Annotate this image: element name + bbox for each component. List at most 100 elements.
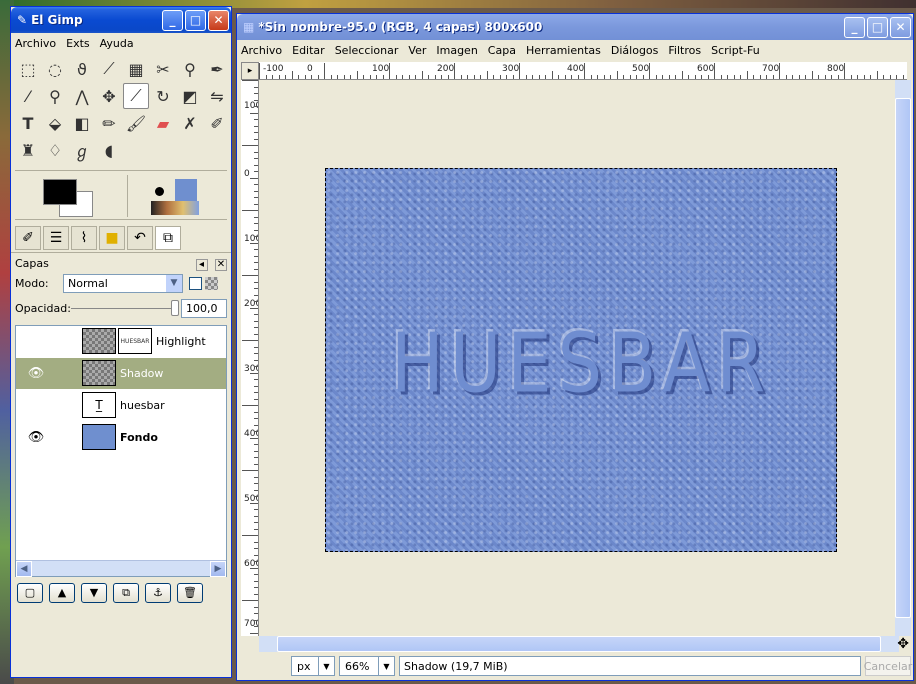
ruler-tick [250, 177, 258, 179]
colors-tab-icon[interactable]: ■ [99, 226, 125, 250]
opacity-slider-handle[interactable] [171, 299, 179, 316]
color-picker-icon[interactable]: ⁄ [15, 83, 41, 109]
duplicate-layer-button[interactable]: ⧉ [113, 582, 139, 603]
scroll-right-icon[interactable]: ▶ [210, 560, 226, 577]
brush-icon[interactable] [155, 187, 164, 196]
rect-select-icon[interactable]: ⬚ [15, 56, 41, 82]
menu-archivo[interactable]: Archivo [241, 44, 282, 57]
heal-icon[interactable]: ♢ [42, 137, 68, 163]
mode-select[interactable]: Normal ▼ [63, 273, 183, 293]
anchor-layer-button[interactable]: ⚓ [145, 582, 171, 603]
maximize-button[interactable]: □ [185, 9, 206, 31]
layer-row-huesbar[interactable]: T̲ huesbar [16, 390, 226, 422]
fuzzy-select-icon[interactable]: ⟋ [96, 56, 122, 82]
menu-filtros[interactable]: Filtros [668, 44, 701, 57]
menu-herramientas[interactable]: Herramientas [526, 44, 601, 57]
ruler-tick [844, 63, 845, 79]
free-select-icon[interactable]: ϑ [69, 56, 95, 82]
crop-icon[interactable]: ⟋ [123, 83, 149, 109]
foreground-color-swatch[interactable] [43, 179, 77, 205]
unit-select[interactable]: px ▼ [291, 656, 335, 676]
flip-icon[interactable]: ⇋ [204, 83, 230, 109]
zoom-icon[interactable]: ⚲ [42, 83, 68, 109]
brush-pattern-gradient-preview [147, 177, 203, 215]
ruler-tick [584, 63, 585, 79]
paths-tab-icon[interactable]: ⌇ [71, 226, 97, 250]
horizontal-ruler[interactable]: -100 0 100 200 300 400 500 600 700 800 [259, 62, 907, 80]
ink-icon[interactable]: ✐ [204, 110, 230, 136]
delete-layer-button[interactable]: 🗑 [177, 582, 203, 603]
clone-icon[interactable]: ♜ [15, 137, 41, 163]
menu-ver[interactable]: Ver [408, 44, 426, 57]
opacity-slider[interactable] [71, 299, 179, 316]
vertical-ruler[interactable]: 100 0 100 200 300 400 500 600 700 [241, 80, 259, 636]
menu-ayuda[interactable]: Ayuda [100, 37, 134, 50]
smudge-icon[interactable]: ℊ [69, 137, 95, 163]
color-select-icon[interactable]: ▦ [123, 56, 149, 82]
menu-exts[interactable]: Exts [66, 37, 90, 50]
eye-icon[interactable]: 👁 [16, 366, 56, 381]
cancel-button[interactable]: Cancelar [864, 656, 912, 676]
quick-mask-toggle-icon[interactable]: ▸ [241, 62, 259, 80]
canvas-area[interactable]: HUESBAR [259, 80, 899, 636]
paths-icon[interactable]: ✒ [204, 56, 230, 82]
foreground-select-icon[interactable]: ⚲ [177, 56, 203, 82]
eraser-icon[interactable]: ▰ [150, 110, 176, 136]
menu-capa[interactable]: Capa [488, 44, 516, 57]
eye-icon[interactable]: 👁 [16, 430, 56, 445]
blend-icon[interactable]: ◧ [69, 110, 95, 136]
ellipse-select-icon[interactable]: ◌ [42, 56, 68, 82]
panel-close-icon[interactable]: ✕ [215, 258, 227, 271]
minimize-button[interactable]: _ [162, 9, 183, 31]
pencil-icon[interactable]: ✏ [96, 110, 122, 136]
menu-seleccionar[interactable]: Seleccionar [335, 44, 399, 57]
pattern-icon[interactable] [175, 179, 197, 201]
horizontal-scrollbar[interactable] [259, 636, 899, 652]
minimize-button[interactable]: _ [844, 16, 865, 38]
lock-alpha-checkbox[interactable] [189, 276, 202, 290]
opacity-spinbutton[interactable]: 100,0 [181, 298, 227, 318]
paintbrush-icon[interactable]: 🖌 [123, 110, 149, 136]
dodge-burn-icon[interactable]: ◖ [96, 137, 122, 163]
airbrush-icon[interactable]: ✗ [177, 110, 203, 136]
layer-row-shadow[interactable]: 👁 Shadow [16, 357, 226, 390]
new-layer-button[interactable]: ▢ [17, 582, 43, 603]
status-message: Shadow (19,7 MiB) [399, 656, 861, 676]
navigate-icon[interactable]: ✥ [897, 636, 909, 652]
raise-layer-button[interactable]: ▲ [49, 582, 75, 603]
tool-options-tab-icon[interactable]: ✐ [15, 226, 41, 250]
horizontal-scroll-thumb[interactable] [277, 636, 881, 652]
layer-row-fondo[interactable]: 👁 Fondo [16, 422, 226, 454]
measure-icon[interactable]: ⋀ [69, 83, 95, 109]
toolbox-titlebar[interactable]: ✎ El Gimp _ □ ✕ [11, 7, 231, 33]
vertical-scroll-thumb[interactable] [895, 98, 911, 618]
ruler-tick [486, 71, 488, 79]
text-tool-icon[interactable]: T [15, 110, 41, 136]
menu-imagen[interactable]: Imagen [436, 44, 477, 57]
move-icon[interactable]: ✥ [96, 83, 122, 109]
channels-tab-icon[interactable]: ☰ [43, 226, 69, 250]
zoom-select[interactable]: 66% ▼ [339, 656, 395, 676]
menu-script-fu[interactable]: Script-Fu [711, 44, 760, 57]
undo-tab-icon[interactable]: ↶ [127, 226, 153, 250]
menu-dialogos[interactable]: Diálogos [611, 44, 659, 57]
image-canvas[interactable]: HUESBAR [325, 168, 837, 552]
rotate-icon[interactable]: ↻ [150, 83, 176, 109]
vertical-scrollbar[interactable] [895, 80, 911, 636]
lower-layer-button[interactable]: ▼ [81, 582, 107, 603]
image-titlebar[interactable]: ▦ *Sin nombre-95.0 (RGB, 4 capas) 800x60… [237, 14, 913, 40]
layer-list-scrollbar[interactable]: ◀ ▶ [16, 559, 226, 577]
scissors-icon[interactable]: ✂ [150, 56, 176, 82]
gradient-icon[interactable] [151, 201, 199, 215]
panel-menu-icon[interactable]: ◂ [195, 258, 208, 271]
menu-editar[interactable]: Editar [292, 44, 325, 57]
menu-archivo[interactable]: Archivo [15, 37, 56, 50]
perspective-icon[interactable]: ◩ [177, 83, 203, 109]
close-button[interactable]: ✕ [208, 9, 229, 31]
layer-row-highlight[interactable]: HUESBAR Highlight [16, 326, 226, 358]
layers-tab-icon[interactable]: ⧉ [155, 226, 181, 250]
bucket-fill-icon[interactable]: ⬙ [42, 110, 68, 136]
maximize-button[interactable]: □ [867, 16, 888, 38]
close-button[interactable]: ✕ [890, 16, 911, 38]
scroll-left-icon[interactable]: ◀ [16, 560, 32, 577]
